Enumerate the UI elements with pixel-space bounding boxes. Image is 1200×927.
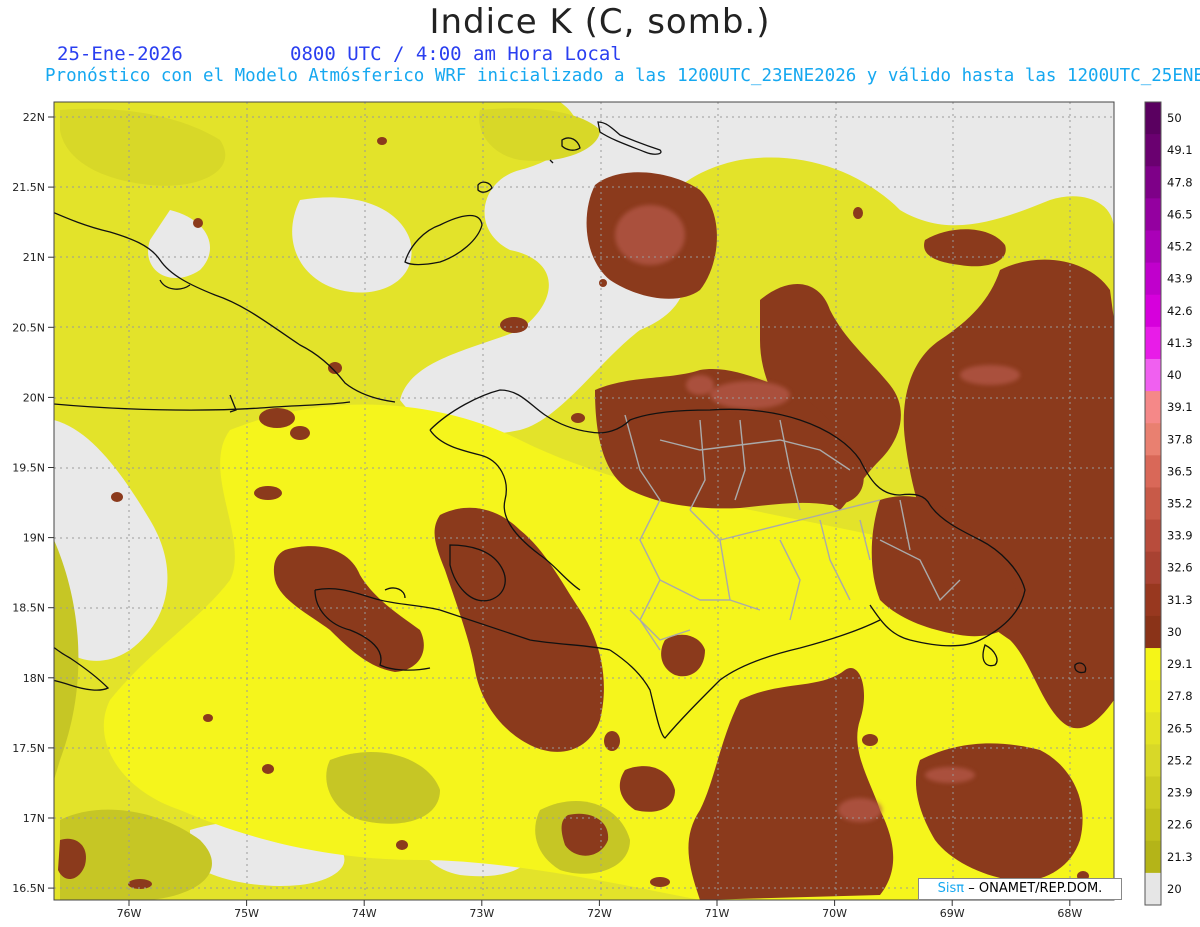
colorbar-swatch (1145, 776, 1161, 810)
colorbar-label: 27.8 (1167, 689, 1193, 703)
colorbar-label: 50 (1167, 111, 1182, 125)
colorbar-label: 41.3 (1167, 336, 1193, 350)
colorbar-label: 47.8 (1167, 175, 1193, 189)
colorbar-swatch (1145, 487, 1161, 521)
credit-box: Sisπ – ONAMET/REP.DOM. (918, 878, 1122, 900)
lon-tick-label: 73W (469, 907, 494, 920)
colorbar-swatch (1145, 294, 1161, 328)
colorbar-label: 36.5 (1167, 464, 1193, 478)
colorbar-swatch (1145, 326, 1161, 360)
lon-tick-label: 69W (940, 907, 965, 920)
colorbar-swatch (1145, 230, 1161, 264)
colorbar-swatch (1145, 519, 1161, 553)
colorbar-swatch (1145, 648, 1161, 681)
colorbar: 50 49.1 47.8 46.5 45.2 43.9 42.6 41.3 40 39.1 37.8… (1144, 101, 1193, 906)
colorbar-label: 32.6 (1167, 561, 1193, 575)
colorbar-label: 26.5 (1167, 721, 1193, 735)
colorbar-swatch (1145, 166, 1161, 199)
lon-tick-label: 68W (1057, 907, 1082, 920)
colorbar-swatch (1145, 551, 1161, 585)
credit-text: – ONAMET/REP.DOM. (968, 881, 1103, 896)
colorbar-label: 23.9 (1167, 786, 1193, 800)
colorbar-label: 31.3 (1167, 593, 1193, 607)
colorbar-swatch (1145, 198, 1161, 231)
lat-tick-label: 19N (23, 532, 45, 545)
colorbar-swatch (1145, 423, 1161, 456)
colorbar-swatch (1145, 391, 1161, 424)
colorbar-swatch (1145, 102, 1161, 135)
lon-tick-label: 76W (117, 907, 142, 920)
colorbar-label: 39.1 (1167, 400, 1193, 414)
colorbar-label: 45.2 (1167, 240, 1193, 254)
colorbar-swatch (1145, 840, 1161, 874)
lon-tick-label: 72W (587, 907, 612, 920)
colorbar-label: 43.9 (1167, 272, 1193, 286)
colorbar-label: 46.5 (1167, 207, 1193, 221)
lat-tick-label: 20.5N (12, 321, 45, 334)
longitude-axis: 76W 75W 74W 73W 72W 71W 70W 69W 68W (117, 900, 1082, 920)
colorbar-swatch (1145, 744, 1161, 778)
lon-tick-label: 75W (234, 907, 259, 920)
lon-tick-label: 70W (822, 907, 847, 920)
lat-tick-label: 17N (23, 812, 45, 825)
colorbar-label: 22.6 (1167, 818, 1193, 832)
colorbar-label: 37.8 (1167, 432, 1193, 446)
colorbar-swatch (1145, 872, 1161, 906)
colorbar-swatch (1145, 615, 1161, 649)
latitude-axis: 22N 21.5N 21N 20.5N 20N 19.5N 19N 18.5N 18N 17.5N… (12, 111, 54, 895)
k-index-map: 22N 21.5N 21N 20.5N 20N 19.5N 19N 18.5N 18N 17.5N… (12, 101, 1193, 920)
lat-tick-label: 21.5N (12, 181, 45, 194)
lat-tick-label: 16.5N (12, 882, 45, 895)
lat-tick-label: 22N (23, 111, 45, 124)
colorbar-label: 40 (1167, 368, 1182, 382)
lat-tick-label: 17.5N (12, 742, 45, 755)
lat-tick-label: 18N (23, 672, 45, 685)
colorbar-label: 21.3 (1167, 850, 1193, 864)
lat-tick-label: 20N (23, 391, 45, 404)
sispi-logo: Sisπ (937, 881, 965, 896)
colorbar-swatch (1145, 262, 1161, 296)
lat-tick-label: 18.5N (12, 602, 45, 615)
colorbar-swatch (1145, 680, 1161, 713)
map-field (54, 102, 1114, 900)
colorbar-label: 29.1 (1167, 657, 1193, 671)
colorbar-label: 20 (1167, 882, 1182, 896)
lat-tick-label: 21N (23, 251, 45, 264)
colorbar-swatch (1145, 134, 1161, 167)
colorbar-label: 42.6 (1167, 304, 1193, 318)
lat-tick-label: 19.5N (12, 462, 45, 475)
colorbar-swatch (1145, 455, 1161, 488)
colorbar-swatch (1145, 712, 1161, 745)
lon-tick-label: 71W (705, 907, 730, 920)
colorbar-swatch (1145, 583, 1161, 617)
colorbar-swatch (1145, 808, 1161, 842)
lon-tick-label: 74W (352, 907, 377, 920)
colorbar-label: 49.1 (1167, 143, 1193, 157)
colorbar-label: 35.2 (1167, 497, 1193, 511)
colorbar-label: 30 (1167, 625, 1182, 639)
colorbar-label: 25.2 (1167, 753, 1193, 767)
colorbar-label: 33.9 (1167, 529, 1193, 543)
colorbar-swatch (1145, 358, 1161, 392)
